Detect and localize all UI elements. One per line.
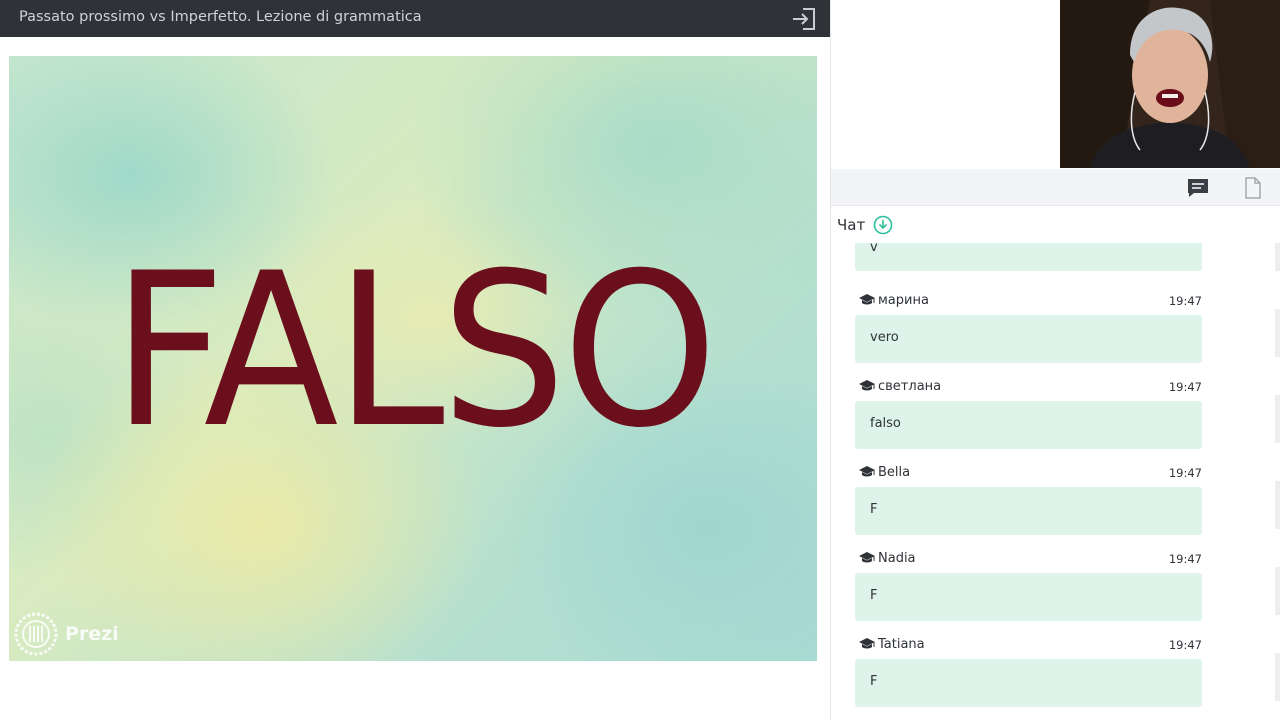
clipped-column-edge: [1275, 243, 1280, 720]
slide-word: FALSO: [112, 227, 717, 474]
graduation-cap-icon: [859, 466, 875, 477]
chat-message: Nadia 19:47 F: [855, 549, 1202, 621]
webcam-video[interactable]: [1060, 0, 1280, 168]
chat-time: 19:47: [1168, 552, 1202, 566]
presentation-header: Passato prossimo vs Imperfetto. Lezione …: [0, 0, 831, 37]
exit-button[interactable]: [790, 6, 818, 32]
prezi-watermark: Prezi: [13, 611, 119, 657]
chat-author: Bella: [878, 465, 911, 480]
chat-author: Nadia: [878, 551, 916, 566]
prezi-label: Prezi: [65, 623, 119, 645]
download-circle-icon[interactable]: [873, 215, 893, 235]
chat-author: Tatiana: [878, 637, 925, 652]
graduation-cap-icon: [859, 294, 875, 305]
chat-time: 19:47: [1168, 294, 1202, 308]
chat-message: Bella 19:47 F: [855, 463, 1202, 535]
chat-bubble: F: [855, 487, 1202, 535]
exit-icon: [793, 8, 815, 30]
chat-message-text: v: [870, 243, 878, 255]
presentation-slide: FALSO Prezi: [9, 56, 817, 661]
chat-message-list[interactable]: v марина 19:47 vero светлана 19:47 falso…: [831, 243, 1280, 720]
webcam-frame-icon: [1060, 0, 1280, 168]
chat-bubble: vero: [855, 315, 1202, 363]
chat-time: 19:47: [1168, 466, 1202, 480]
graduation-cap-icon: [859, 552, 875, 563]
chat-message: Tatiana 19:47 F: [855, 635, 1202, 707]
tab-files[interactable]: [1231, 169, 1275, 206]
chat-author: марина: [878, 293, 929, 308]
file-icon: [1245, 176, 1261, 199]
chat-bubble-icon: [1188, 178, 1208, 197]
graduation-cap-icon: [859, 638, 875, 649]
chat-time: 19:47: [1168, 380, 1202, 394]
chat-bubble: F: [855, 659, 1202, 707]
chat-author: светлана: [878, 379, 942, 394]
chat-bubble: F: [855, 573, 1202, 621]
graduation-cap-icon: [859, 380, 875, 391]
chat-bubble: falso: [855, 401, 1202, 449]
chat-message: марина 19:47 vero: [855, 291, 1202, 363]
sidebar-tabs: [831, 169, 1280, 206]
tab-chat[interactable]: [1171, 169, 1225, 206]
prezi-logo-icon: [14, 612, 58, 656]
chat-message-partial: v: [855, 243, 1202, 271]
chat-message: светлана 19:47 falso: [855, 377, 1202, 449]
chat-time: 19:47: [1168, 638, 1202, 652]
chat-header: Чат: [837, 214, 893, 236]
presentation-title: Passato prossimo vs Imperfetto. Lezione …: [19, 9, 422, 25]
chat-title: Чат: [837, 216, 866, 234]
